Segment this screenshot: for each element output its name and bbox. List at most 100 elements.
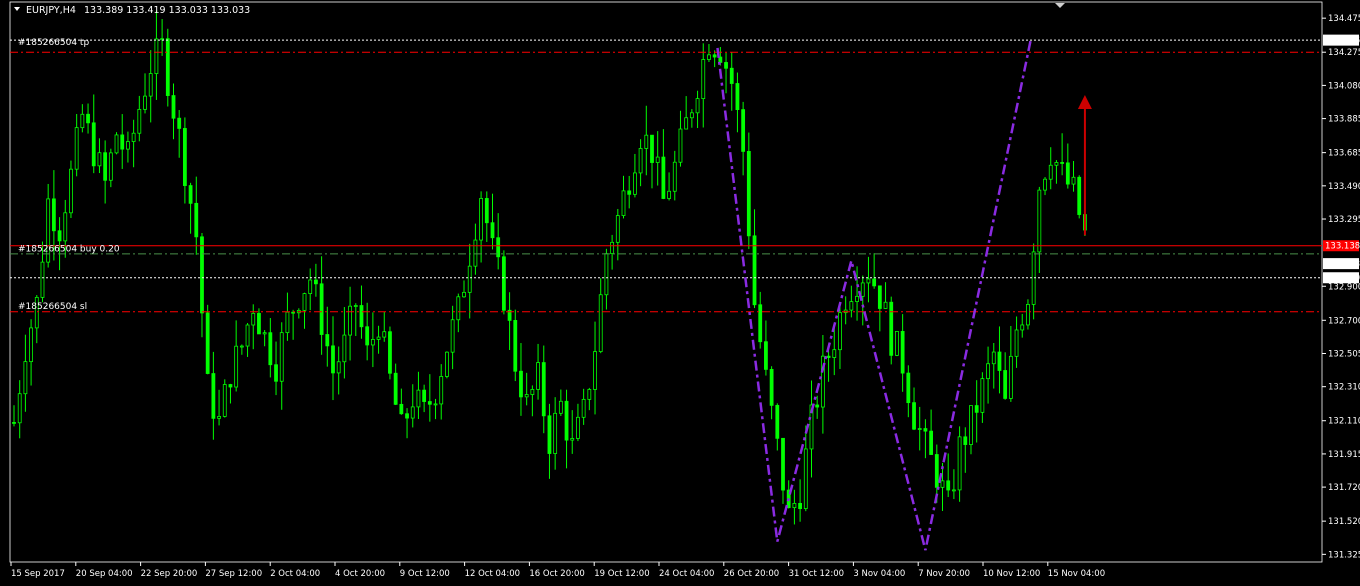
- x-tick-label: 20 Sep 04:00: [76, 569, 133, 579]
- price-axis[interactable]: 134.475 134.275 134.080 133.885 133.685 133.4…: [1322, 14, 1360, 560]
- candle-body: [729, 67, 734, 84]
- candle-body: [735, 83, 740, 111]
- candle-body: [741, 109, 746, 152]
- tp-order-label[interactable]: #185266504 tp: [18, 38, 89, 48]
- candle-body: [536, 362, 540, 390]
- candle-body: [262, 332, 267, 335]
- candle-body: [484, 198, 489, 224]
- y-tick-label: 133.295: [1328, 215, 1360, 225]
- buy-order-label[interactable]: #185266504 buy 0.20: [18, 245, 120, 255]
- candle-body: [285, 311, 290, 334]
- candle-body: [405, 413, 409, 419]
- candle-body: [718, 56, 723, 63]
- candle-body: [217, 416, 221, 419]
- candle-body: [182, 128, 187, 186]
- candle-body: [576, 416, 580, 439]
- candle-body: [319, 283, 324, 335]
- candle-body: [541, 362, 546, 417]
- candle-body: [222, 384, 227, 417]
- candle-body: [456, 296, 461, 321]
- candle-body: [860, 282, 865, 297]
- candle-body: [644, 134, 649, 149]
- candle-body: [877, 285, 882, 309]
- candle-body: [1037, 189, 1042, 253]
- candle-body: [342, 334, 347, 363]
- y-tick-label: 132.310: [1328, 383, 1360, 393]
- buy-price-tag-text: 133.138: [1325, 242, 1360, 252]
- time-axis[interactable]: 15 Sep 2017 20 Sep 04:00 22 Sep 20:00 27 Se…: [10, 562, 1105, 579]
- candle-body: [268, 332, 273, 366]
- candle-body: [501, 256, 506, 311]
- y-tick-label: 131.915: [1328, 450, 1360, 460]
- candle-body: [872, 278, 877, 287]
- candle-body: [530, 389, 535, 395]
- candle-body: [57, 230, 62, 242]
- candle-body: [621, 190, 626, 216]
- x-tick-label: 15 Nov 04:00: [1048, 569, 1105, 579]
- x-tick-label: 9 Oct 12:00: [400, 569, 450, 579]
- candle-body: [69, 168, 73, 214]
- candle-body: [188, 185, 193, 204]
- candle-body: [598, 294, 603, 352]
- x-tick-label: 26 Oct 20:00: [724, 569, 779, 579]
- candle-body: [1054, 162, 1059, 166]
- candle-body: [450, 319, 455, 353]
- candle-body: [547, 415, 552, 454]
- candle-body: [980, 378, 985, 413]
- candle-body: [205, 312, 210, 374]
- candle-body: [929, 430, 934, 455]
- x-tick-label: 12 Oct 04:00: [465, 569, 520, 579]
- candle-body: [274, 364, 278, 382]
- candle-body: [615, 215, 620, 243]
- x-tick-label: 2 Oct 04:00: [270, 569, 320, 579]
- candle-body: [553, 412, 558, 454]
- candle-body: [667, 190, 671, 199]
- candle-body: [473, 239, 478, 267]
- candle-body: [991, 351, 996, 365]
- candle-body: [655, 156, 660, 163]
- x-tick-label: 3 Nov 04:00: [853, 569, 905, 579]
- plot-background: [9, 1, 1323, 563]
- candle-body: [86, 113, 90, 124]
- candle-body: [781, 437, 785, 491]
- price-chart[interactable]: 134.475 134.275 134.080 133.885 133.685 133.4…: [0, 0, 1360, 586]
- candle-body: [353, 305, 358, 307]
- candle-body: [758, 304, 763, 343]
- candle-body: [40, 261, 45, 298]
- candle-body: [359, 305, 364, 328]
- candle-body: [895, 331, 899, 356]
- candle-body: [951, 489, 956, 492]
- candle-body: [74, 127, 79, 170]
- candle-body: [923, 428, 928, 432]
- candle-body: [171, 95, 176, 119]
- current-price-tag-text: 133.033: [1325, 260, 1360, 270]
- candle-body: [200, 236, 204, 314]
- x-tick-label: 15 Sep 2017: [11, 569, 65, 579]
- candle-body: [23, 361, 28, 395]
- candle-body: [684, 117, 689, 130]
- candle-body: [707, 54, 711, 60]
- candle-body: [467, 265, 472, 293]
- candle-body: [291, 311, 296, 314]
- candle-body: [969, 405, 973, 445]
- candle-body: [194, 202, 199, 238]
- x-tick-label: 22 Sep 20:00: [141, 569, 198, 579]
- candle-body: [314, 279, 318, 285]
- y-tick-label: 133.885: [1328, 115, 1360, 125]
- candle-body: [234, 345, 239, 388]
- candle-body: [331, 345, 335, 374]
- candle-body: [1060, 162, 1065, 164]
- candle-body: [712, 54, 717, 58]
- candle-body: [934, 454, 939, 488]
- candle-body: [1043, 178, 1047, 191]
- candle-body: [365, 326, 370, 346]
- candle-body: [376, 336, 381, 340]
- sl-order-label[interactable]: #185266504 sl: [18, 302, 87, 312]
- candle-body: [775, 404, 780, 439]
- candle-body: [120, 134, 125, 150]
- candle-body: [701, 59, 706, 99]
- candle-body: [370, 339, 375, 346]
- candle-body: [803, 448, 808, 510]
- candle-body: [1071, 176, 1076, 185]
- candle-body: [650, 134, 654, 163]
